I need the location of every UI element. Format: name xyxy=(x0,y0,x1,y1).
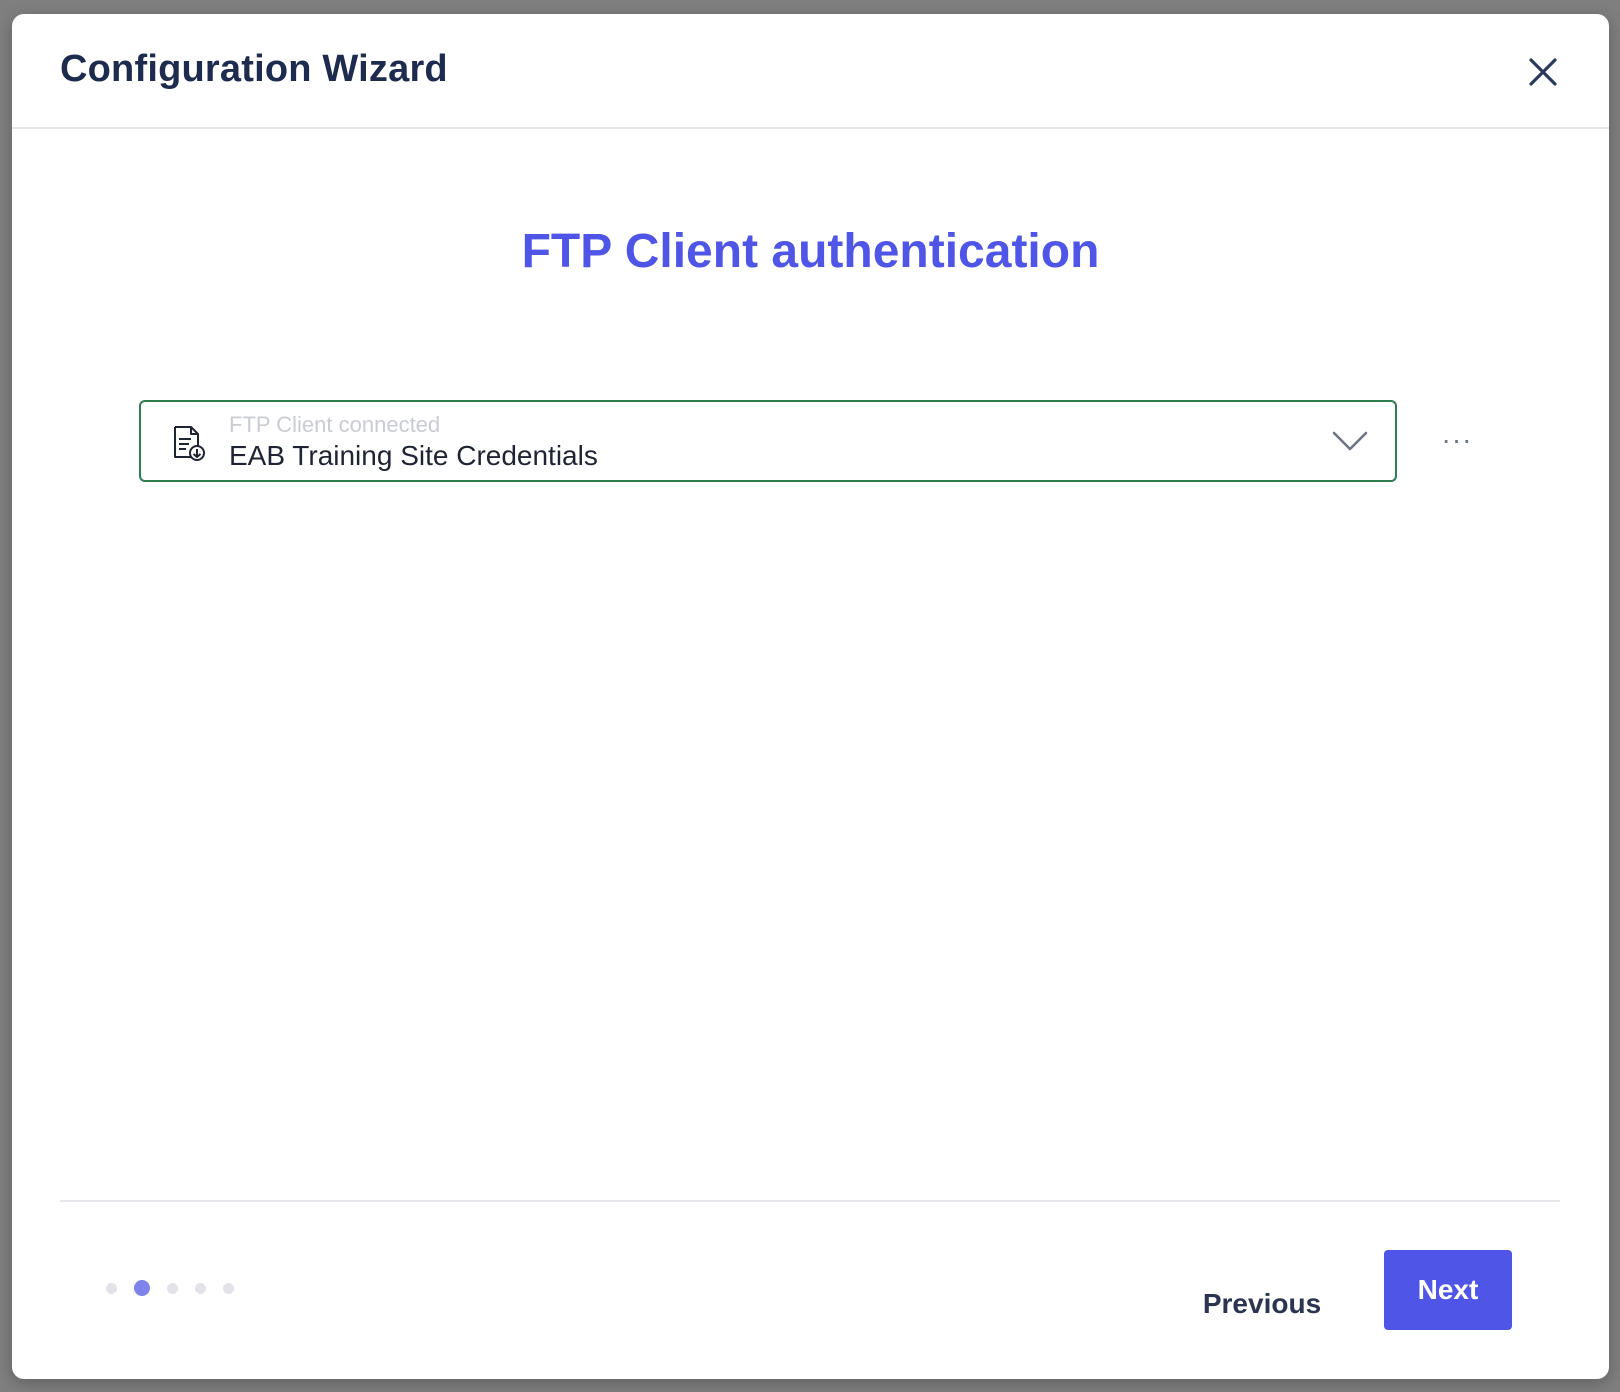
step-dot xyxy=(167,1282,178,1294)
ftp-connection-select[interactable]: FTP Client connected EAB Training Site C… xyxy=(139,400,1397,482)
dialog-title: Configuration Wizard xyxy=(60,48,448,90)
close-icon xyxy=(1529,58,1557,86)
step-progress-dots xyxy=(106,1278,251,1298)
step-dot xyxy=(223,1282,234,1294)
previous-button[interactable]: Previous xyxy=(1192,1264,1332,1344)
step-title: FTP Client authentication xyxy=(521,225,1100,278)
footer-divider xyxy=(60,1200,1560,1202)
next-button[interactable]: Next xyxy=(1384,1250,1512,1330)
chevron-down-icon xyxy=(1332,431,1368,451)
document-download-icon xyxy=(174,426,205,461)
step-dot xyxy=(195,1282,206,1294)
select-current-value: EAB Training Site Credentials xyxy=(229,440,598,471)
close-button[interactable] xyxy=(1525,54,1561,90)
step-dot-active xyxy=(134,1280,150,1296)
step-dot xyxy=(106,1282,117,1294)
more-options-button[interactable]: ··· xyxy=(1437,422,1477,458)
dialog-header: Configuration Wizard xyxy=(12,14,1609,129)
connection-select-row: FTP Client connected EAB Training Site C… xyxy=(139,400,1499,484)
configuration-wizard-dialog: Configuration Wizard FTP Client authenti… xyxy=(12,14,1609,1379)
select-floating-label: FTP Client connected xyxy=(229,412,441,437)
